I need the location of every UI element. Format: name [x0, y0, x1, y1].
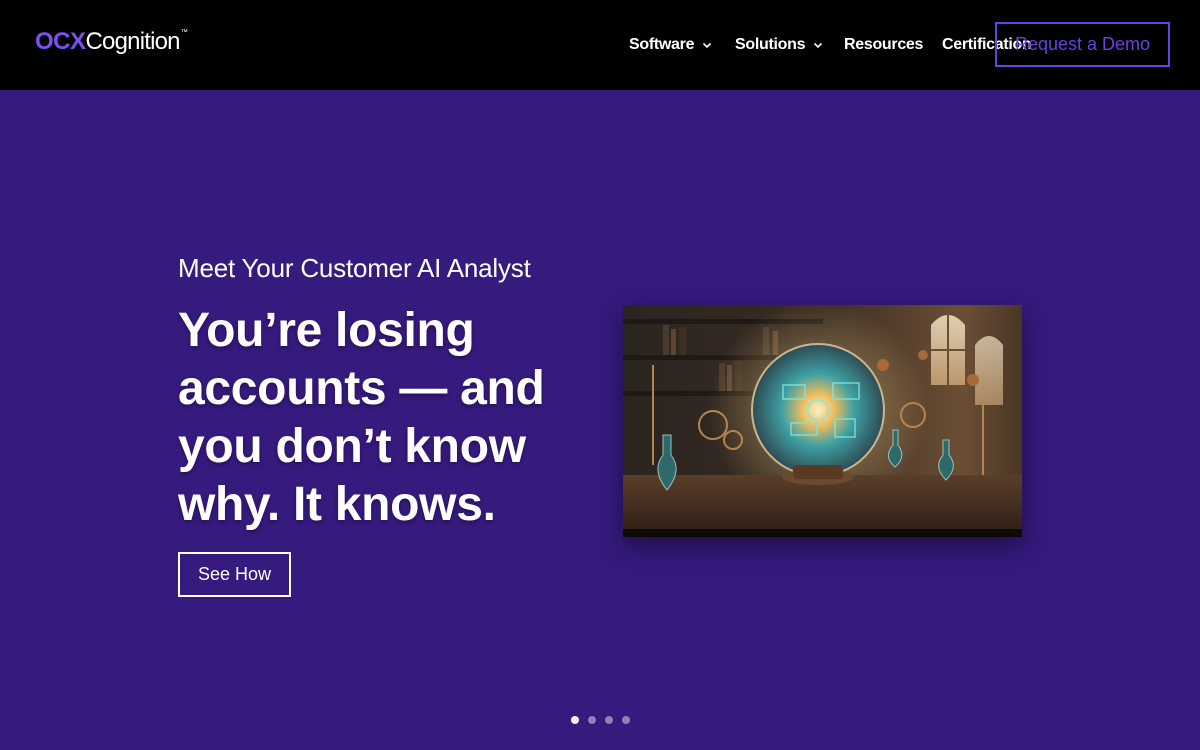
nav-item-resources[interactable]: Resources [844, 34, 923, 56]
slider-dot-2[interactable] [588, 716, 596, 724]
slider-dot-1[interactable] [571, 716, 579, 724]
crystal-ball-lab-image [623, 305, 1022, 537]
nav-item-software[interactable]: Software [629, 34, 713, 56]
slider-pagination [571, 716, 630, 724]
see-how-button[interactable]: See How [178, 552, 291, 597]
request-demo-button[interactable]: Request a Demo [995, 22, 1170, 67]
nav-item-solutions[interactable]: Solutions [735, 34, 824, 56]
slider-dot-4[interactable] [622, 716, 630, 724]
nav-item-label: Resources [844, 36, 924, 53]
nav-item-label: Solutions [735, 36, 806, 53]
chevron-down-icon [814, 42, 823, 49]
logo-name-text: Cognition [85, 28, 181, 55]
logo-brand-text: OCX [35, 28, 86, 55]
nav-item-label: Software [629, 36, 695, 53]
slider-dot-3[interactable] [605, 716, 613, 724]
hero-eyebrow: Meet Your Customer AI Analyst [178, 253, 531, 283]
ocx-cognition-logo[interactable]: OCX Cognition ™ [35, 28, 188, 58]
site-header: OCX Cognition ™ Software Solutions Resou… [0, 0, 1200, 90]
hero-headline: You’re losing accounts — and you don’t k… [178, 304, 545, 531]
chevron-down-icon [703, 42, 712, 49]
logo-trademark: ™ [180, 29, 188, 36]
